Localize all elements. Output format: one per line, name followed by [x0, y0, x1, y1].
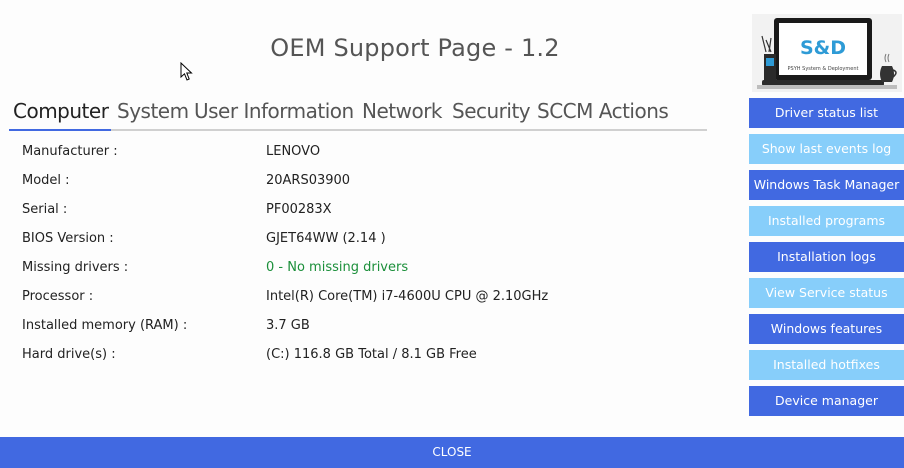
show-last-events-log-button[interactable]: Show last events log: [749, 134, 904, 164]
info-row-processor: Processor : Intel(R) Core(TM) i7-4600U C…: [22, 288, 722, 317]
info-label: Missing drivers :: [22, 260, 129, 275]
info-label: Serial :: [22, 202, 68, 217]
info-value: PF00283X: [266, 202, 332, 217]
windows-task-manager-button[interactable]: Windows Task Manager: [749, 170, 904, 200]
tab-network[interactable]: Network: [362, 97, 443, 129]
info-row-serial: Serial : PF00283X: [22, 201, 722, 230]
tab-computer[interactable]: Computer: [13, 97, 109, 129]
sd-logo: S&D PSYH System & Deployment: [752, 14, 902, 92]
info-value: GJET64WW (2.14 ): [266, 231, 386, 246]
driver-status-list-button[interactable]: Driver status list: [749, 98, 904, 128]
svg-text:S&D: S&D: [800, 37, 846, 59]
installation-logs-button[interactable]: Installation logs: [749, 242, 904, 272]
info-value: 20ARS03900: [266, 173, 351, 188]
info-value: Intel(R) Core(TM) i7-4600U CPU @ 2.10GHz: [266, 289, 549, 304]
tab-sccm-actions[interactable]: SCCM Actions: [537, 97, 669, 129]
info-row-manufacturer: Manufacturer : LENOVO: [22, 143, 722, 172]
tab-bar: Computer System User Information Network…: [9, 97, 707, 131]
info-value: LENOVO: [266, 144, 321, 159]
tab-user-information[interactable]: User Information: [194, 97, 354, 129]
info-label: BIOS Version :: [22, 231, 114, 246]
info-row-bios-version: BIOS Version : GJET64WW (2.14 ): [22, 230, 722, 259]
computer-info-panel: Manufacturer : LENOVO Model : 20ARS03900…: [22, 143, 722, 375]
info-row-missing-drivers: Missing drivers : 0 - No missing drivers: [22, 259, 722, 288]
installed-programs-button[interactable]: Installed programs: [749, 206, 904, 236]
view-service-status-button[interactable]: View Service status: [749, 278, 904, 308]
windows-features-button[interactable]: Windows features: [749, 314, 904, 344]
info-label: Hard drive(s) :: [22, 347, 116, 362]
svg-text:PSYH System & Deployment: PSYH System & Deployment: [788, 66, 859, 72]
info-label: Manufacturer :: [22, 144, 118, 159]
info-value: 3.7 GB: [266, 318, 310, 333]
mouse-cursor-icon: [180, 62, 193, 81]
active-tab-indicator: [9, 129, 111, 131]
tab-security[interactable]: Security: [452, 97, 531, 129]
info-value: (C:) 116.8 GB Total / 8.1 GB Free: [266, 347, 477, 362]
page-title: OEM Support Page - 1.2: [270, 34, 560, 62]
device-manager-button[interactable]: Device manager: [749, 386, 904, 416]
info-row-model: Model : 20ARS03900: [22, 172, 722, 201]
info-label: Processor :: [22, 289, 94, 304]
info-label: Installed memory (RAM) :: [22, 318, 188, 333]
info-label: Model :: [22, 173, 70, 188]
missing-drivers-status: 0 - No missing drivers: [266, 260, 409, 275]
close-button[interactable]: CLOSE: [0, 437, 904, 468]
info-row-installed-memory: Installed memory (RAM) : 3.7 GB: [22, 317, 722, 346]
info-row-hard-drives: Hard drive(s) : (C:) 116.8 GB Total / 8.…: [22, 346, 722, 375]
tab-system[interactable]: System: [117, 97, 189, 129]
installed-hotfixes-button[interactable]: Installed hotfixes: [749, 350, 904, 380]
